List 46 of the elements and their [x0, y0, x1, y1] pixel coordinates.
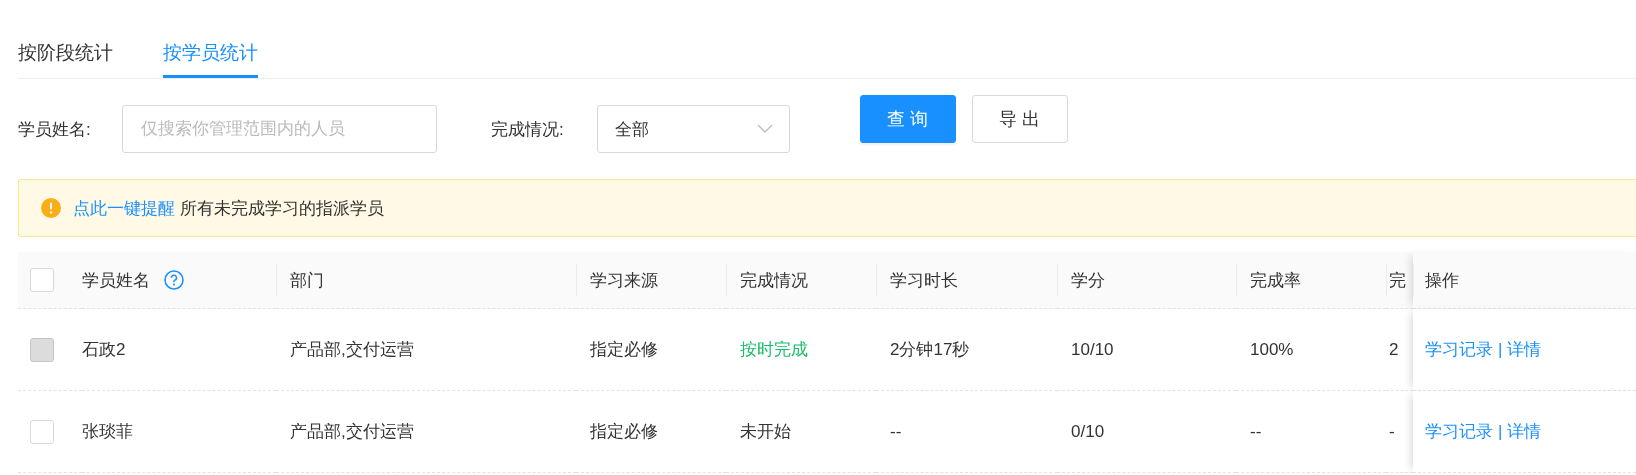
field-label: 完成情况: [491, 118, 565, 141]
column-header: 学分 [1071, 269, 1105, 292]
column-header: 完成情况 [740, 269, 808, 292]
details-link[interactable]: 详情 [1507, 420, 1542, 443]
alert-text: 所有未完成学习的指派学员 [180, 197, 384, 220]
query-button[interactable]: 查 询 [860, 95, 956, 143]
warning-icon [41, 198, 61, 218]
table-cell: 10/10 [1071, 339, 1114, 360]
column-header: 部门 [290, 269, 324, 292]
status-text: 按时完成 [740, 339, 808, 361]
column-header: 操作 [1425, 269, 1459, 292]
tab[interactable]: 按学员统计 [163, 24, 258, 78]
table-cell: 2 [1389, 339, 1399, 360]
column-header: 学习时长 [890, 269, 958, 292]
table-cell-text: 指定必修 [590, 339, 658, 361]
field-label: 学员姓名: [18, 118, 92, 141]
table-cell: - [1389, 421, 1395, 442]
tab[interactable]: 按阶段统计 [18, 24, 113, 78]
table-cell: -- [890, 421, 902, 442]
table-cell: 100% [1250, 339, 1294, 360]
column-header: 学员姓名 [82, 269, 150, 292]
details-link[interactable]: 详情 [1507, 338, 1542, 361]
status-dropdown[interactable]: 全部 [597, 105, 790, 153]
remind-link[interactable]: 点此一键提醒 [73, 196, 175, 220]
help-icon[interactable] [164, 270, 184, 290]
checkbox[interactable] [30, 268, 54, 292]
study-record-link[interactable]: 学习记录 [1425, 420, 1493, 443]
separator: | [1498, 339, 1503, 360]
export-button[interactable]: 导 出 [972, 95, 1068, 143]
table-cell-text: 产品部,交付运营 [290, 339, 414, 361]
table-cell-text: 石政2 [82, 339, 126, 361]
status-text: 未开始 [740, 421, 791, 443]
table-cell-text: 产品部,交付运营 [290, 421, 414, 443]
table-cell: -- [1250, 421, 1262, 442]
table-cell-text: 指定必修 [590, 421, 658, 443]
chevron-down-icon [757, 124, 773, 134]
table-cell-text: 张琰菲 [82, 421, 133, 443]
study-record-link[interactable]: 学习记录 [1425, 338, 1493, 361]
column-header: 学习来源 [590, 269, 658, 292]
table-cell-text: 2分钟17秒 [890, 339, 970, 361]
column-header: 完成率 [1250, 269, 1301, 292]
table-cell: 0/10 [1071, 421, 1105, 442]
search-field[interactable]: 仅搜索你管理范围内的人员 [122, 105, 437, 153]
separator: | [1498, 421, 1503, 442]
checkbox[interactable] [30, 419, 54, 444]
column-header: 完 [1389, 269, 1406, 292]
